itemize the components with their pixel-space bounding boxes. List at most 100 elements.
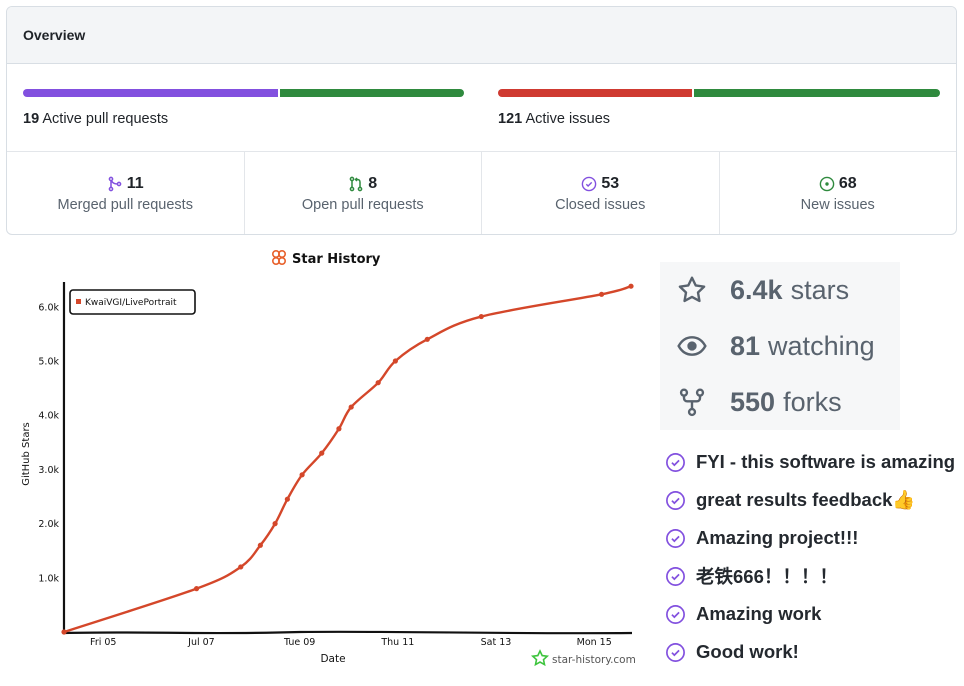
stat-merged-pull-requests[interactable]: 11 Merged pull requests	[7, 152, 245, 234]
x-tick-label: Mon 15	[577, 637, 612, 648]
stars-label: stars	[790, 274, 850, 305]
chart-legend: KwaiVGI/LivePortrait	[69, 289, 196, 315]
x-tick-label: Sat 13	[481, 637, 512, 648]
overview-bars: 19 Active pull requests 121 Active issue…	[7, 64, 956, 152]
check-circle-icon	[666, 452, 685, 472]
active-issues-text: Active issues	[525, 111, 611, 127]
feedback-text: Amazing work	[696, 603, 822, 624]
feedback-item[interactable]: great results feedback👍	[665, 481, 955, 519]
star-icon	[678, 276, 706, 303]
eye-icon	[677, 336, 707, 356]
feedback-text: great results feedback👍	[696, 489, 916, 510]
open-segment	[280, 89, 464, 97]
x-tick-label: Fri 05	[90, 637, 116, 648]
issue-closed-icon	[582, 176, 597, 191]
git-merge-icon	[108, 176, 122, 191]
series-points	[61, 283, 634, 635]
series-line-liveportrait	[63, 285, 632, 634]
watermark-text: star-history.com	[552, 654, 636, 666]
merged-label: Merged pull requests	[57, 196, 193, 213]
issues-summary[interactable]: 121 Active issues	[498, 89, 940, 127]
repo-forked-icon	[679, 388, 705, 417]
watermark[interactable]: star-history.com	[530, 649, 636, 667]
series-point	[238, 564, 244, 570]
watching-count: 81	[730, 330, 761, 361]
series-point	[284, 496, 290, 502]
feedback-text: Amazing project!!!	[696, 527, 859, 548]
new-issues-count: 68	[838, 174, 857, 192]
feedback-text: Good work!	[696, 641, 799, 662]
merged-segment	[23, 89, 279, 97]
closed-issues-count: 53	[601, 174, 620, 192]
watching-stat[interactable]: 81 watching	[660, 318, 900, 374]
feedback-item[interactable]: 老铁666！！！！	[665, 557, 955, 595]
active-issues-count: 121	[498, 111, 523, 127]
feedback-item[interactable]: Good work!	[665, 633, 955, 671]
star-history-chart: Star History 1.0k 2.0k 3.0k 4.0k 5.0k 6.0k Fr…	[0, 240, 650, 686]
x-tick-labels: Fri 05 Jul 07 Tue 09 Thu 11 Sat 13 Mon 15	[90, 637, 612, 648]
overview-title: Overview	[23, 27, 86, 43]
chart-title-group: Star History	[271, 250, 381, 267]
pull-requests-progress-bar	[23, 89, 464, 97]
y-tick-label: 4.0k	[38, 411, 59, 422]
y-tick-labels: 1.0k 2.0k 3.0k 4.0k 5.0k 6.0k	[38, 302, 59, 584]
series-point	[299, 472, 305, 478]
chart-title: Star History	[292, 252, 381, 267]
stat-new-issues[interactable]: 68 New issues	[720, 152, 957, 234]
y-tick-label: 3.0k	[38, 465, 59, 476]
stars-count: 6.4k	[730, 274, 783, 305]
y-tick-label: 2.0k	[38, 519, 59, 530]
series-point	[424, 336, 430, 342]
y-tick-label: 5.0k	[38, 357, 59, 368]
series-point	[272, 521, 278, 527]
series-point	[348, 404, 354, 410]
legend-label: KwaiVGI/LivePortrait	[85, 298, 177, 308]
star-history-watermark-icon	[530, 649, 550, 667]
check-circle-icon	[666, 604, 685, 624]
check-circle-icon	[666, 642, 685, 662]
open-pr-count: 8	[368, 174, 378, 192]
closed-segment	[498, 89, 692, 97]
closed-issues-label: Closed issues	[555, 196, 646, 213]
series-point	[598, 291, 605, 297]
pull-requests-summary[interactable]: 19 Active pull requests	[23, 89, 464, 127]
feedback-item[interactable]: Amazing project!!!	[665, 519, 955, 557]
feedback-item[interactable]: Amazing work	[665, 595, 955, 633]
active-pull-requests-count: 19	[23, 111, 40, 127]
feedback-text: 老铁666！！！！	[696, 566, 838, 587]
star-history-logo-icon	[271, 250, 286, 265]
series-point	[336, 426, 342, 432]
x-tick-label: Thu 11	[380, 637, 414, 648]
x-tick-label: Tue 09	[283, 637, 315, 648]
series-point	[375, 380, 381, 386]
stat-open-pull-requests[interactable]: 8 Open pull requests	[245, 152, 482, 234]
x-axis-line	[63, 630, 633, 635]
stat-closed-issues[interactable]: 53 Closed issues	[482, 152, 720, 234]
series-point	[319, 450, 325, 456]
forks-stat[interactable]: 550 forks	[660, 374, 900, 430]
y-tick-label: 1.0k	[38, 573, 59, 584]
repo-stats: 6.4k stars 81 watching 550 forks	[660, 262, 900, 430]
series-point	[61, 629, 67, 635]
stars-stat[interactable]: 6.4k stars	[660, 262, 900, 318]
git-pull-request-icon	[349, 176, 363, 191]
feedback-text: FYI - this software is amazing	[696, 451, 956, 472]
feedback-item[interactable]: FYI - this software is amazing	[665, 443, 955, 481]
series-point	[392, 358, 398, 364]
active-pull-requests-text: Active pull requests	[42, 111, 169, 127]
series-point	[628, 283, 634, 289]
active-pull-requests-label: 19 Active pull requests	[23, 111, 464, 127]
issues-progress-bar	[498, 89, 940, 97]
x-axis-label: Date	[320, 653, 345, 665]
series-point	[257, 542, 263, 548]
open-segment	[693, 89, 940, 97]
overview-header: Overview	[7, 7, 956, 64]
x-tick-label: Jul 07	[187, 637, 215, 648]
issue-opened-icon	[819, 176, 835, 191]
y-tick-label: 6.0k	[38, 302, 59, 313]
new-issues-label: New issues	[800, 196, 875, 213]
legend-swatch	[76, 299, 81, 304]
check-circle-icon	[666, 490, 685, 510]
y-axis-label: GitHub Stars	[21, 422, 32, 486]
check-circle-icon	[666, 566, 685, 586]
